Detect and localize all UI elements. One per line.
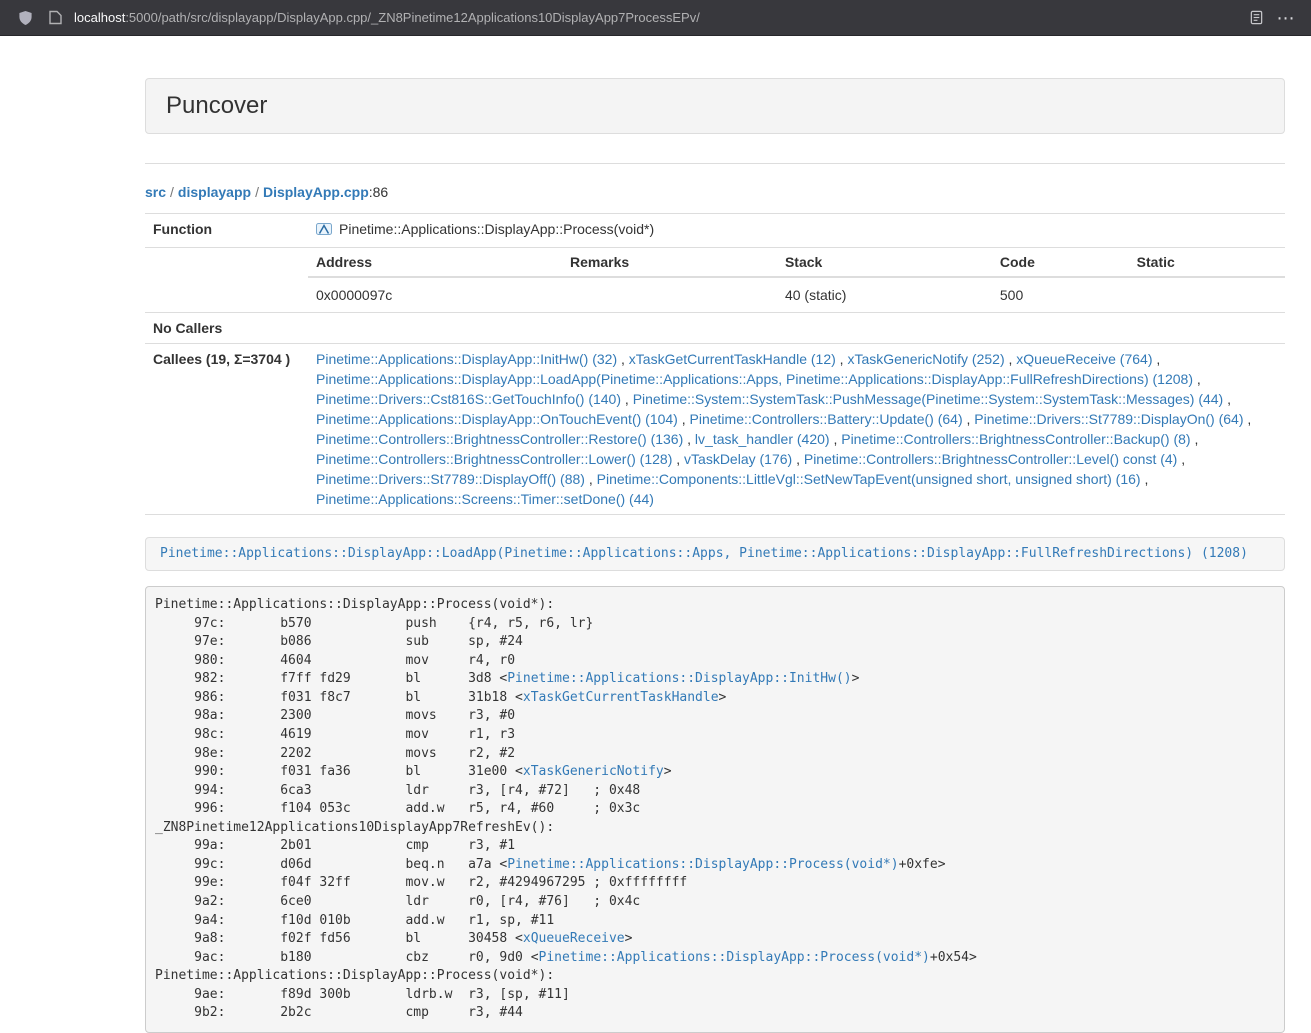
- metrics-value-row: 0x0000097c 40 (static) 500: [308, 277, 1285, 312]
- asm-symbol-link[interactable]: Pinetime::Applications::DisplayApp::Proc…: [539, 950, 930, 965]
- main-content: Puncover src/displayapp/DisplayApp.cpp:8…: [145, 78, 1285, 1033]
- callee-link[interactable]: lv_task_handler (420): [695, 431, 830, 447]
- callee-link[interactable]: Pinetime::Controllers::BrightnessControl…: [316, 451, 672, 467]
- url-path: :5000/path/src/displayapp/DisplayApp.cpp…: [125, 10, 700, 25]
- address-value: 0x0000097c: [308, 277, 562, 312]
- breadcrumb-separator: /: [166, 184, 178, 200]
- assembly-symbol-link[interactable]: Pinetime::Applications::DisplayApp::Load…: [160, 546, 1248, 561]
- callee-link[interactable]: Pinetime::System::SystemTask::PushMessag…: [633, 391, 1224, 407]
- stack-value: 40 (static): [777, 277, 992, 312]
- no-callers-label: No Callers: [145, 313, 308, 344]
- assembly-code: Pinetime::Applications::DisplayApp::Proc…: [145, 586, 1285, 1033]
- url-host: localhost: [74, 10, 125, 25]
- breadcrumb: src/displayapp/DisplayApp.cpp:86: [145, 184, 1285, 200]
- browser-toolbar: localhost:5000/path/src/displayapp/Displ…: [0, 0, 1311, 36]
- remarks-value: [562, 277, 777, 312]
- shield-icon[interactable]: [10, 4, 40, 32]
- overflow-menu-icon[interactable]: ⋯: [1271, 4, 1301, 32]
- callee-link[interactable]: vTaskDelay (176): [684, 451, 792, 467]
- callee-link[interactable]: xTaskGenericNotify (252): [847, 351, 1004, 367]
- callees-row: Callees (19, Σ=3704 ) Pinetime::Applicat…: [145, 344, 1285, 515]
- function-type-icon: [316, 221, 332, 242]
- no-callers-row: No Callers: [145, 313, 1285, 344]
- asm-symbol-link[interactable]: xTaskGenericNotify: [523, 764, 664, 779]
- callee-link[interactable]: Pinetime::Applications::DisplayApp::Load…: [316, 371, 1193, 387]
- function-name-cell: Pinetime::Applications::DisplayApp::Proc…: [308, 214, 1285, 248]
- callee-link[interactable]: Pinetime::Applications::DisplayApp::Init…: [316, 351, 617, 367]
- col-stack: Stack: [777, 248, 992, 277]
- callee-link[interactable]: Pinetime::Applications::Screens::Timer::…: [316, 491, 654, 507]
- code-value: 500: [992, 277, 1129, 312]
- divider: [145, 163, 1285, 164]
- page-title: Puncover: [166, 92, 1264, 120]
- url-bar[interactable]: localhost:5000/path/src/displayapp/Displ…: [74, 10, 1241, 25]
- callee-link[interactable]: Pinetime::Controllers::BrightnessControl…: [804, 451, 1177, 467]
- col-static: Static: [1129, 248, 1285, 277]
- callee-link[interactable]: Pinetime::Applications::DisplayApp::OnTo…: [316, 411, 678, 427]
- page-info-icon[interactable]: [40, 4, 70, 32]
- callee-link[interactable]: Pinetime::Drivers::St7789::DisplayOn() (…: [974, 411, 1243, 427]
- col-code: Code: [992, 248, 1129, 277]
- breadcrumb-link-file[interactable]: DisplayApp.cpp: [263, 184, 369, 200]
- breadcrumb-link-displayapp[interactable]: displayapp: [178, 184, 251, 200]
- reader-view-icon[interactable]: [1241, 4, 1271, 32]
- callee-link[interactable]: xQueueReceive (764): [1016, 351, 1152, 367]
- callee-link[interactable]: Pinetime::Drivers::St7789::DisplayOff() …: [316, 471, 585, 487]
- metrics-header-row: Address Remarks Stack Code Static: [308, 248, 1285, 277]
- callee-link[interactable]: Pinetime::Controllers::Battery::Update()…: [690, 411, 963, 427]
- breadcrumb-separator: /: [251, 184, 263, 200]
- app-header: Puncover: [145, 78, 1285, 134]
- breadcrumb-link-src[interactable]: src: [145, 184, 166, 200]
- assembly-symbol-heading: Pinetime::Applications::DisplayApp::Load…: [145, 537, 1285, 571]
- callee-link[interactable]: xTaskGetCurrentTaskHandle (12): [629, 351, 836, 367]
- callee-link[interactable]: Pinetime::Drivers::Cst816S::GetTouchInfo…: [316, 391, 621, 407]
- callee-link[interactable]: Pinetime::Controllers::BrightnessControl…: [841, 431, 1190, 447]
- breadcrumb-line-number: :86: [369, 184, 388, 200]
- function-row: Function Pinetime::Applications::Display…: [145, 214, 1285, 248]
- asm-symbol-link[interactable]: Pinetime::Applications::DisplayApp::Init…: [507, 671, 851, 686]
- asm-symbol-link[interactable]: xTaskGetCurrentTaskHandle: [523, 690, 719, 705]
- function-name: Pinetime::Applications::DisplayApp::Proc…: [339, 221, 654, 237]
- callee-link[interactable]: Pinetime::Components::LittleVgl::SetNewT…: [597, 471, 1141, 487]
- col-remarks: Remarks: [562, 248, 777, 277]
- col-address: Address: [308, 248, 562, 277]
- static-value: [1129, 277, 1285, 312]
- function-row-label: Function: [145, 214, 308, 248]
- metrics-table: Address Remarks Stack Code Static 0x0000…: [308, 248, 1285, 312]
- metrics-row: Address Remarks Stack Code Static 0x0000…: [145, 248, 1285, 313]
- asm-symbol-link[interactable]: Pinetime::Applications::DisplayApp::Proc…: [507, 857, 898, 872]
- callee-link[interactable]: Pinetime::Controllers::BrightnessControl…: [316, 431, 683, 447]
- symbol-table: Function Pinetime::Applications::Display…: [145, 213, 1285, 515]
- asm-symbol-link[interactable]: xQueueReceive: [523, 931, 625, 946]
- callees-list: Pinetime::Applications::DisplayApp::Init…: [308, 344, 1285, 515]
- callees-label: Callees (19, Σ=3704 ): [145, 344, 308, 515]
